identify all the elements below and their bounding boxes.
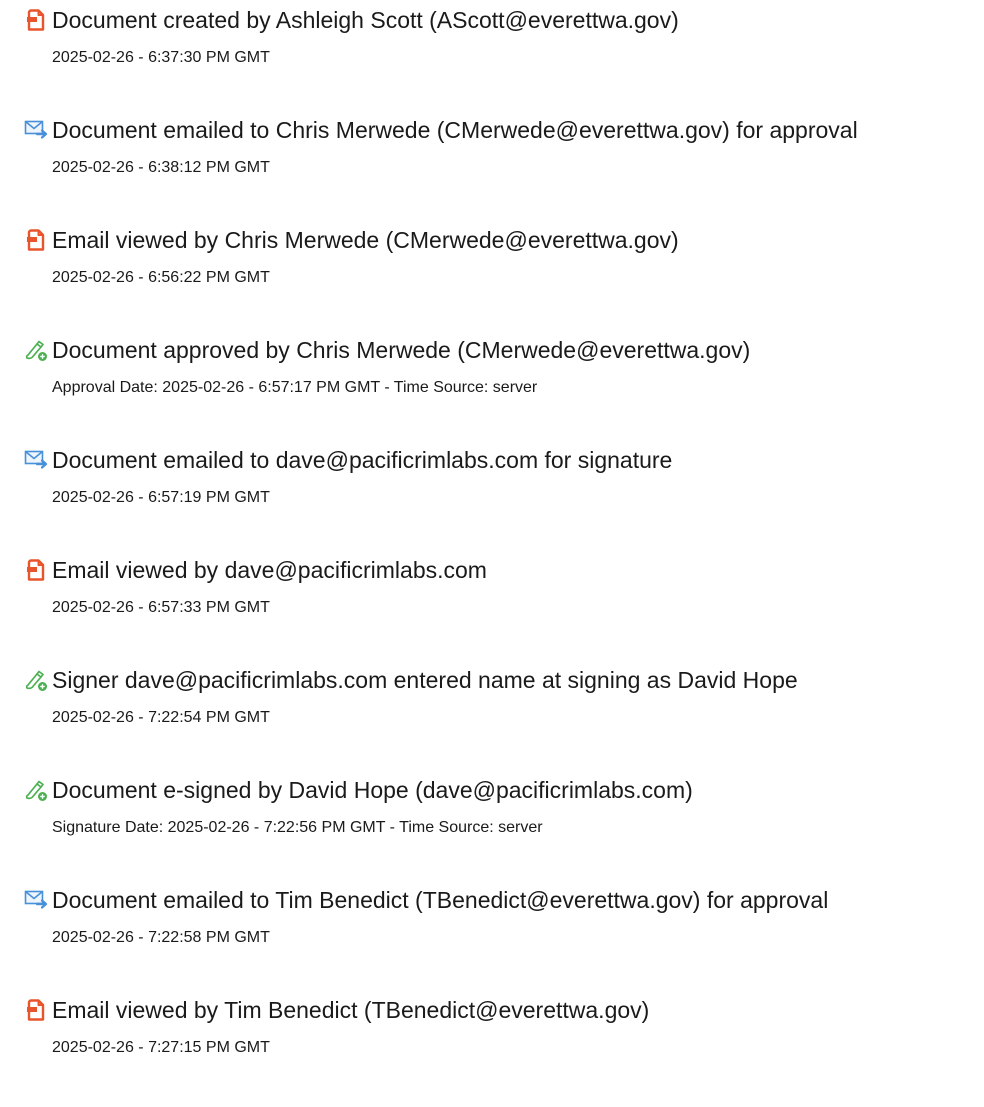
event-title: Document emailed to Tim Benedict (TBened… — [52, 887, 829, 913]
audit-event: Email viewed by Tim Benedict (TBenedict@… — [0, 990, 984, 1090]
event-title: Signer dave@pacificrimlabs.com entered n… — [52, 667, 798, 693]
audit-event: Email viewed by Chris Merwede (CMerwede@… — [0, 220, 984, 320]
audit-event: Document emailed to Tim Benedict (TBened… — [0, 880, 984, 980]
event-timestamp: 2025-02-26 - 7:22:58 PM GMT — [52, 929, 270, 946]
event-timestamp: 2025-02-26 - 6:56:22 PM GMT — [52, 269, 270, 286]
event-timestamp: Approval Date: 2025-02-26 - 6:57:17 PM G… — [52, 379, 538, 396]
audit-event: Document created by Ashleigh Scott (ASco… — [0, 0, 984, 100]
event-title: Email viewed by Chris Merwede (CMerwede@… — [52, 227, 679, 253]
event-title: Document e-signed by David Hope (dave@pa… — [52, 777, 693, 803]
email-sent-icon — [24, 888, 48, 912]
document-icon — [24, 228, 48, 252]
event-timestamp: Signature Date: 2025-02-26 - 7:22:56 PM … — [52, 819, 543, 836]
document-icon — [24, 558, 48, 582]
event-timestamp: 2025-02-26 - 6:57:19 PM GMT — [52, 489, 270, 506]
pen-sign-icon — [24, 338, 48, 362]
email-sent-icon — [24, 118, 48, 142]
event-title: Email viewed by dave@pacificrimlabs.com — [52, 557, 487, 583]
event-title: Document created by Ashleigh Scott (ASco… — [52, 7, 679, 33]
audit-event: Document emailed to Chris Merwede (CMerw… — [0, 110, 984, 210]
document-icon — [24, 8, 48, 32]
event-title: Email viewed by Tim Benedict (TBenedict@… — [52, 997, 650, 1023]
event-timestamp: 2025-02-26 - 7:22:54 PM GMT — [52, 709, 270, 726]
audit-event: Email viewed by dave@pacificrimlabs.com … — [0, 550, 984, 650]
event-title: Document emailed to Chris Merwede (CMerw… — [52, 117, 858, 143]
audit-event: Document e-signed by David Hope (dave@pa… — [0, 770, 984, 870]
email-sent-icon — [24, 448, 48, 472]
pen-sign-icon — [24, 778, 48, 802]
audit-event: Document approved by Chris Merwede (CMer… — [0, 330, 984, 430]
event-title: Document emailed to dave@pacificrimlabs.… — [52, 447, 673, 473]
event-title: Document approved by Chris Merwede (CMer… — [52, 337, 751, 363]
event-timestamp: 2025-02-26 - 6:38:12 PM GMT — [52, 159, 270, 176]
event-timestamp: 2025-02-26 - 6:57:33 PM GMT — [52, 599, 270, 616]
audit-event: Signer dave@pacificrimlabs.com entered n… — [0, 660, 984, 760]
audit-event: Document emailed to dave@pacificrimlabs.… — [0, 440, 984, 540]
event-timestamp: 2025-02-26 - 7:27:15 PM GMT — [52, 1039, 270, 1056]
event-timestamp: 2025-02-26 - 6:37:30 PM GMT — [52, 49, 270, 66]
pen-sign-icon — [24, 668, 48, 692]
document-icon — [24, 998, 48, 1022]
